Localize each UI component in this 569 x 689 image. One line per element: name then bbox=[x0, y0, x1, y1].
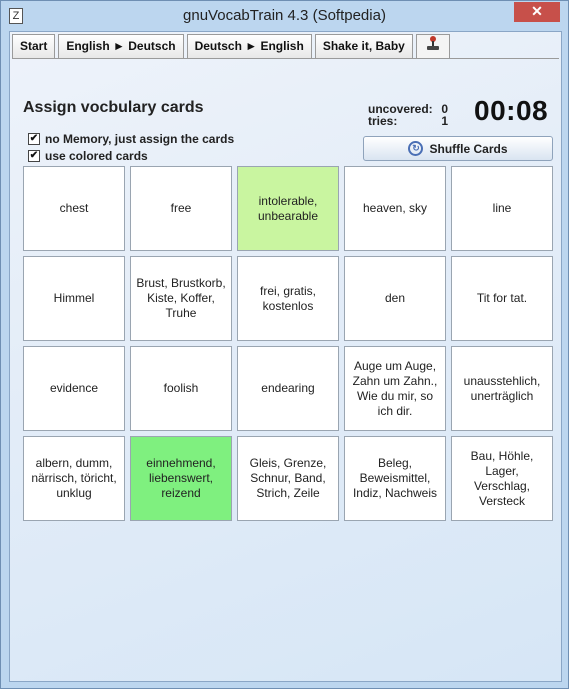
vocab-card[interactable]: Tit for tat. bbox=[451, 256, 553, 341]
vocab-card-text: Tit for tat. bbox=[476, 291, 528, 305]
page-title: Assign vocbulary cards bbox=[23, 99, 204, 116]
card-grid: chest free intolerable, unbearable heaven, … bbox=[23, 166, 553, 521]
vocab-card-text: Himmel bbox=[53, 291, 95, 305]
vocab-card-text: endearing bbox=[261, 381, 315, 395]
app-window: Z gnuVocabTrain 4.3 (Softpedia) ✕ Start … bbox=[0, 0, 569, 689]
window-title: gnuVocabTrain 4.3 (Softpedia) bbox=[183, 7, 386, 24]
vocab-card[interactable]: einnehmend, liebenswert, reizend bbox=[130, 436, 232, 521]
vocab-card[interactable]: endearing bbox=[237, 346, 339, 431]
vocab-card-text: unausstehlich, unerträglich bbox=[463, 373, 541, 403]
stats-readout: uncovered: 0 tries: 1 bbox=[368, 103, 448, 127]
assign-panel: Assign vocbulary cards uncovered: 0 trie… bbox=[12, 58, 559, 679]
vocab-card-text: evidence bbox=[49, 381, 99, 395]
vocab-card[interactable]: frei, gratis, kostenlos bbox=[237, 256, 339, 341]
vocab-card[interactable]: den bbox=[344, 256, 446, 341]
vocab-card[interactable]: line bbox=[451, 166, 553, 251]
shuffle-label: Shuffle Cards bbox=[429, 141, 508, 156]
colored-cards-option[interactable]: ✔ use colored cards bbox=[28, 149, 148, 163]
vocab-card-text: line bbox=[492, 201, 512, 215]
title-bar[interactable]: Z gnuVocabTrain 4.3 (Softpedia) ✕ bbox=[1, 1, 568, 31]
vocab-card-text: intolerable, unbearable bbox=[257, 193, 319, 223]
vocab-card-text: chest bbox=[59, 201, 89, 215]
tries-value: 1 bbox=[441, 114, 448, 128]
vocab-card[interactable]: unausstehlich, unerträglich bbox=[451, 346, 553, 431]
vocab-card-text: albern, dumm, närrisch, töricht, unklug bbox=[31, 456, 117, 500]
vocab-card-text: heaven, sky bbox=[362, 201, 428, 215]
vocab-card[interactable]: free bbox=[130, 166, 232, 251]
vocab-card[interactable]: Gleis, Grenze, Schnur, Band, Strich, Zei… bbox=[237, 436, 339, 521]
joystick-icon bbox=[426, 36, 440, 54]
tab-start[interactable]: Start bbox=[12, 34, 56, 58]
vocab-card[interactable]: Beleg, Beweismittel, Indiz, Nachweis bbox=[344, 436, 446, 521]
timer-display: 00:08 bbox=[474, 95, 549, 126]
tries-label: tries: bbox=[368, 114, 398, 128]
vocab-card[interactable]: albern, dumm, närrisch, töricht, unklug bbox=[23, 436, 125, 521]
vocab-card-text: den bbox=[384, 291, 406, 305]
vocab-card[interactable]: Brust, Brustkorb, Kiste, Koffer, Truhe bbox=[130, 256, 232, 341]
colored-cards-checkbox[interactable]: ✔ bbox=[28, 150, 40, 162]
vocab-card-text: free bbox=[170, 201, 192, 215]
vocab-card-text: foolish bbox=[163, 381, 199, 395]
tab-shake-it-baby[interactable]: Shake it, Baby bbox=[314, 34, 413, 58]
close-button[interactable]: ✕ bbox=[514, 2, 560, 22]
vocab-card[interactable]: evidence bbox=[23, 346, 125, 431]
vocab-card-text: frei, gratis, kostenlos bbox=[259, 283, 316, 313]
tab-english-deutsch[interactable]: English ► Deutsch bbox=[58, 34, 184, 58]
vocab-card-text: Bau, Höhle, Lager, Verschlag, Versteck bbox=[470, 448, 534, 508]
vocab-card-text: Gleis, Grenze, Schnur, Band, Strich, Zei… bbox=[249, 456, 327, 500]
vocab-card[interactable]: intolerable, unbearable bbox=[237, 166, 339, 251]
shuffle-cards-button[interactable]: ↻ Shuffle Cards bbox=[363, 136, 553, 161]
tab-bar: Start English ► Deutsch Deutsch ► Englis… bbox=[12, 34, 450, 60]
vocab-card[interactable]: Bau, Höhle, Lager, Verschlag, Versteck bbox=[451, 436, 553, 521]
vocab-card-text: Brust, Brustkorb, Kiste, Koffer, Truhe bbox=[136, 276, 226, 320]
vocab-card[interactable]: foolish bbox=[130, 346, 232, 431]
vocab-card[interactable]: Auge um Auge, Zahn um Zahn., Wie du mir,… bbox=[344, 346, 446, 431]
tab-joystick[interactable] bbox=[415, 34, 450, 58]
tab-deutsch-english[interactable]: Deutsch ► English bbox=[186, 34, 312, 58]
no-memory-option[interactable]: ✔ no Memory, just assign the cards bbox=[28, 132, 234, 146]
vocab-card[interactable]: Himmel bbox=[23, 256, 125, 341]
no-memory-label: no Memory, just assign the cards bbox=[45, 132, 235, 146]
vocab-card[interactable]: chest bbox=[23, 166, 125, 251]
vocab-card-text: Auge um Auge, Zahn um Zahn., Wie du mir,… bbox=[352, 358, 438, 418]
vocab-card[interactable]: heaven, sky bbox=[344, 166, 446, 251]
client-area: Start English ► Deutsch Deutsch ► Englis… bbox=[9, 31, 562, 682]
vocab-card-text: Beleg, Beweismittel, Indiz, Nachweis bbox=[352, 456, 438, 500]
colored-cards-label: use colored cards bbox=[45, 149, 148, 163]
shuffle-icon: ↻ bbox=[408, 141, 424, 156]
vocab-card-text: einnehmend, liebenswert, reizend bbox=[146, 456, 216, 500]
no-memory-checkbox[interactable]: ✔ bbox=[28, 133, 40, 145]
